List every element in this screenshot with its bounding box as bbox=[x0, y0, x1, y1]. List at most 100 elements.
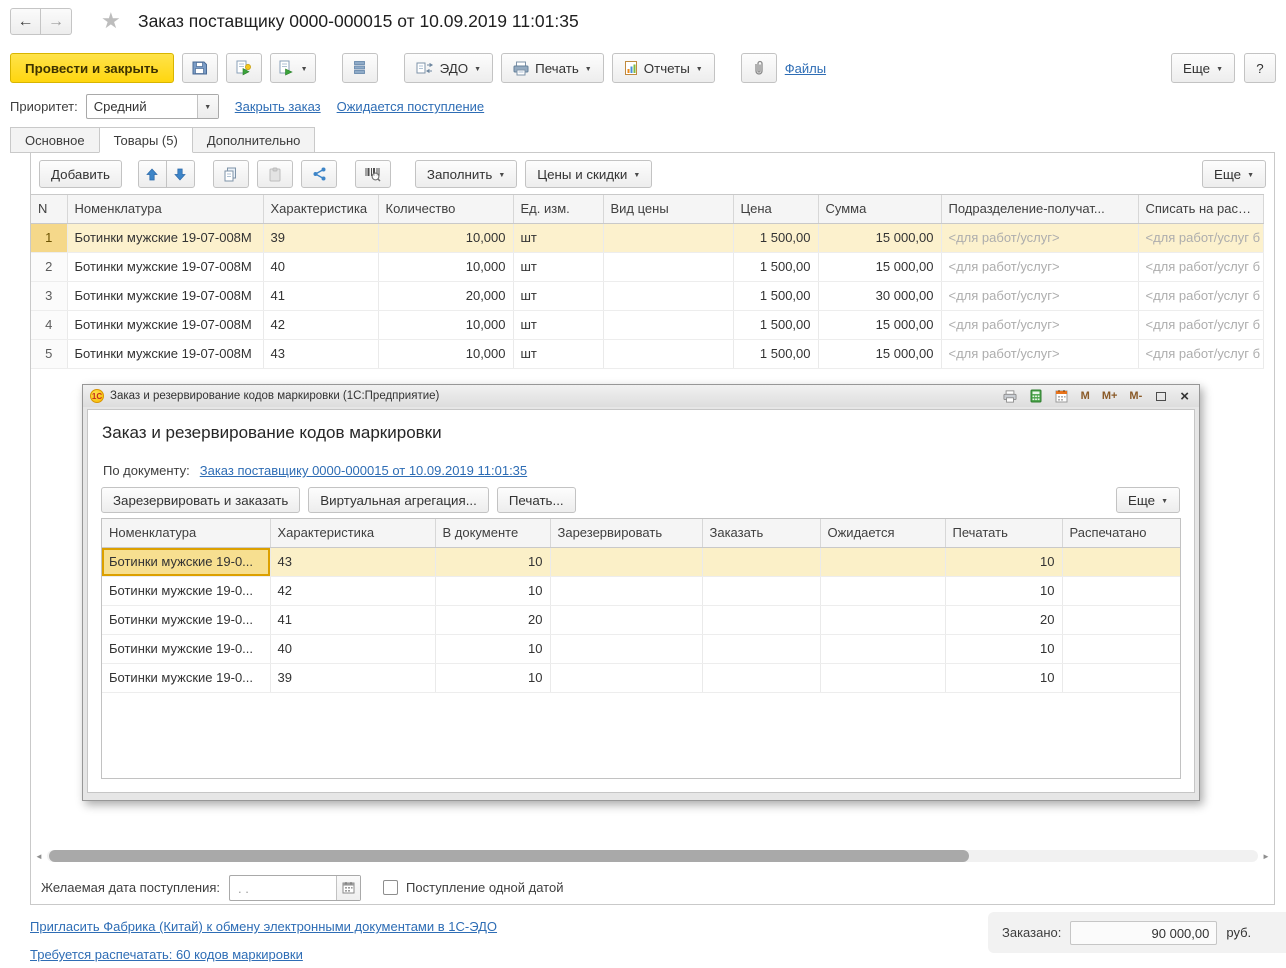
marking-codes-row-cell[interactable]: Ботинки мужские 19-0... bbox=[102, 605, 270, 634]
add-row-button[interactable]: Добавить bbox=[39, 160, 122, 188]
maximize-button[interactable] bbox=[1151, 388, 1171, 404]
marking-codes-row-cell[interactable]: 10 bbox=[945, 663, 1062, 692]
items-table-row-cell[interactable]: 1 bbox=[31, 223, 67, 252]
more-menu-button[interactable]: Еще ▼ bbox=[1171, 53, 1235, 83]
awaiting-receipt-link[interactable]: Ожидается поступление bbox=[337, 99, 485, 114]
memory-m-button[interactable]: M bbox=[1078, 390, 1093, 402]
col-header-printed[interactable]: Распечатано bbox=[1062, 519, 1181, 547]
create-based-on-button[interactable]: ▼ bbox=[270, 53, 316, 83]
items-table-row-cell[interactable]: Ботинки мужские 19-07-008М bbox=[67, 223, 263, 252]
col-header-price-kind[interactable]: Вид цены bbox=[603, 195, 733, 223]
priority-select[interactable]: Средний ▼ bbox=[86, 94, 219, 119]
items-table-row-cell[interactable]: 20,000 bbox=[378, 281, 513, 310]
items-table-row-cell[interactable] bbox=[603, 281, 733, 310]
items-table-row-cell[interactable]: 2 bbox=[31, 252, 67, 281]
horizontal-scrollbar[interactable]: ◄ ► bbox=[33, 849, 1272, 863]
items-table-row-cell[interactable]: 15 000,00 bbox=[818, 310, 941, 339]
items-table-row-cell[interactable]: 10,000 bbox=[378, 339, 513, 368]
marking-codes-row[interactable]: Ботинки мужские 19-0...421010 bbox=[102, 576, 1181, 605]
calendar-picker-button[interactable] bbox=[336, 876, 360, 900]
items-table-row-cell[interactable]: <для работ/услуг> bbox=[941, 223, 1138, 252]
dialog-print-button[interactable] bbox=[1000, 388, 1020, 404]
items-table-row-cell[interactable]: 1 500,00 bbox=[733, 252, 818, 281]
marking-codes-row-cell[interactable]: 10 bbox=[945, 634, 1062, 663]
items-table-row-cell[interactable]: <для работ/услуг> bbox=[941, 310, 1138, 339]
items-table-row[interactable]: 5Ботинки мужские 19-07-008М4310,000шт1 5… bbox=[31, 339, 1263, 368]
move-row-up-button[interactable] bbox=[138, 160, 167, 188]
scroll-left-icon[interactable]: ◄ bbox=[33, 852, 45, 861]
scrollbar-thumb[interactable] bbox=[49, 850, 969, 862]
items-table-row-cell[interactable]: 10,000 bbox=[378, 223, 513, 252]
col-header-characteristic[interactable]: Характеристика bbox=[270, 519, 435, 547]
col-header-unit[interactable]: Ед. изм. bbox=[513, 195, 603, 223]
col-header-price[interactable]: Цена bbox=[733, 195, 818, 223]
col-header-order[interactable]: Заказать bbox=[702, 519, 820, 547]
tab-additional[interactable]: Дополнительно bbox=[192, 127, 316, 153]
marking-codes-row-cell[interactable]: 40 bbox=[270, 634, 435, 663]
items-table-row-cell[interactable]: 1 500,00 bbox=[733, 223, 818, 252]
reserve-and-order-button[interactable]: Зарезервировать и заказать bbox=[101, 487, 300, 513]
move-row-down-button[interactable] bbox=[166, 160, 195, 188]
tab-main[interactable]: Основное bbox=[10, 127, 100, 153]
desired-date-input[interactable]: . . bbox=[229, 875, 361, 901]
marking-codes-row-cell[interactable] bbox=[1062, 663, 1181, 692]
marking-codes-row-cell[interactable]: 10 bbox=[435, 576, 550, 605]
prices-discounts-menu-button[interactable]: Цены и скидки ▼ bbox=[525, 160, 652, 188]
marking-codes-row-cell[interactable] bbox=[702, 605, 820, 634]
items-table-row-cell[interactable]: шт bbox=[513, 223, 603, 252]
items-table-row-cell[interactable]: 1 500,00 bbox=[733, 281, 818, 310]
items-table-row-cell[interactable] bbox=[603, 339, 733, 368]
marking-codes-row-cell[interactable] bbox=[1062, 605, 1181, 634]
marking-codes-row-cell[interactable] bbox=[702, 576, 820, 605]
items-table-row-cell[interactable]: шт bbox=[513, 310, 603, 339]
items-table-row-cell[interactable]: 5 bbox=[31, 339, 67, 368]
items-table-row[interactable]: 3Ботинки мужские 19-07-008М4120,000шт1 5… bbox=[31, 281, 1263, 310]
marking-codes-row-cell[interactable] bbox=[702, 634, 820, 663]
items-table-row-cell[interactable]: шт bbox=[513, 281, 603, 310]
priority-dropdown-button[interactable]: ▼ bbox=[197, 95, 218, 118]
document-structure-button[interactable] bbox=[342, 53, 378, 83]
save-button[interactable] bbox=[182, 53, 218, 83]
marking-codes-row-cell[interactable] bbox=[820, 663, 945, 692]
items-table-row-cell[interactable]: 10,000 bbox=[378, 310, 513, 339]
items-table-row-cell[interactable]: 15 000,00 bbox=[818, 223, 941, 252]
marking-codes-row-cell[interactable]: 10 bbox=[945, 576, 1062, 605]
col-header-expected[interactable]: Ожидается bbox=[820, 519, 945, 547]
items-table-row-cell[interactable]: 4 bbox=[31, 310, 67, 339]
items-table-row-cell[interactable]: 42 bbox=[263, 310, 378, 339]
items-table-row-cell[interactable]: 3 bbox=[31, 281, 67, 310]
items-more-menu-button[interactable]: Еще ▼ bbox=[1202, 160, 1266, 188]
items-table-row-cell[interactable]: 39 bbox=[263, 223, 378, 252]
marking-codes-row-cell[interactable] bbox=[820, 605, 945, 634]
items-table-row-cell[interactable]: <для работ/услуг б bbox=[1138, 339, 1263, 368]
marking-codes-row-cell[interactable]: Ботинки мужские 19-0... bbox=[102, 663, 270, 692]
virtual-aggregation-button[interactable]: Виртуальная агрегация... bbox=[308, 487, 489, 513]
col-header-in-document[interactable]: В документе bbox=[435, 519, 550, 547]
marking-codes-row-cell[interactable] bbox=[1062, 634, 1181, 663]
col-header-nomenclature[interactable]: Номенклатура bbox=[67, 195, 263, 223]
marking-codes-row-cell[interactable] bbox=[820, 576, 945, 605]
tab-goods[interactable]: Товары (5) bbox=[99, 127, 193, 153]
marking-codes-row-cell[interactable]: 10 bbox=[435, 663, 550, 692]
by-document-link[interactable]: Заказ поставщику 0000-000015 от 10.09.20… bbox=[200, 463, 527, 478]
memory-m-plus-button[interactable]: M+ bbox=[1099, 390, 1121, 402]
forward-button[interactable]: → bbox=[41, 8, 72, 35]
items-table-row-cell[interactable]: Ботинки мужские 19-07-008М bbox=[67, 339, 263, 368]
items-table-row-cell[interactable] bbox=[603, 223, 733, 252]
items-table-row-cell[interactable]: 41 bbox=[263, 281, 378, 310]
marking-codes-row-cell[interactable] bbox=[702, 547, 820, 576]
items-table-row-cell[interactable] bbox=[603, 252, 733, 281]
marking-codes-row-cell[interactable]: 42 bbox=[270, 576, 435, 605]
items-table-row-cell[interactable]: <для работ/услуг б bbox=[1138, 281, 1263, 310]
items-table-row-cell[interactable]: <для работ/услуг б bbox=[1138, 252, 1263, 281]
marking-codes-row-cell[interactable] bbox=[702, 663, 820, 692]
marking-codes-row-cell[interactable] bbox=[1062, 576, 1181, 605]
items-table-row-cell[interactable] bbox=[603, 310, 733, 339]
col-header-characteristic[interactable]: Характеристика bbox=[263, 195, 378, 223]
marking-codes-row-cell[interactable] bbox=[820, 547, 945, 576]
col-header-quantity[interactable]: Количество bbox=[378, 195, 513, 223]
print-required-link[interactable]: Требуется распечатать: 60 кодов маркиров… bbox=[30, 947, 303, 962]
marking-codes-row-cell[interactable] bbox=[820, 634, 945, 663]
col-header-print[interactable]: Печатать bbox=[945, 519, 1062, 547]
items-table-row-cell[interactable]: <для работ/услуг> bbox=[941, 281, 1138, 310]
